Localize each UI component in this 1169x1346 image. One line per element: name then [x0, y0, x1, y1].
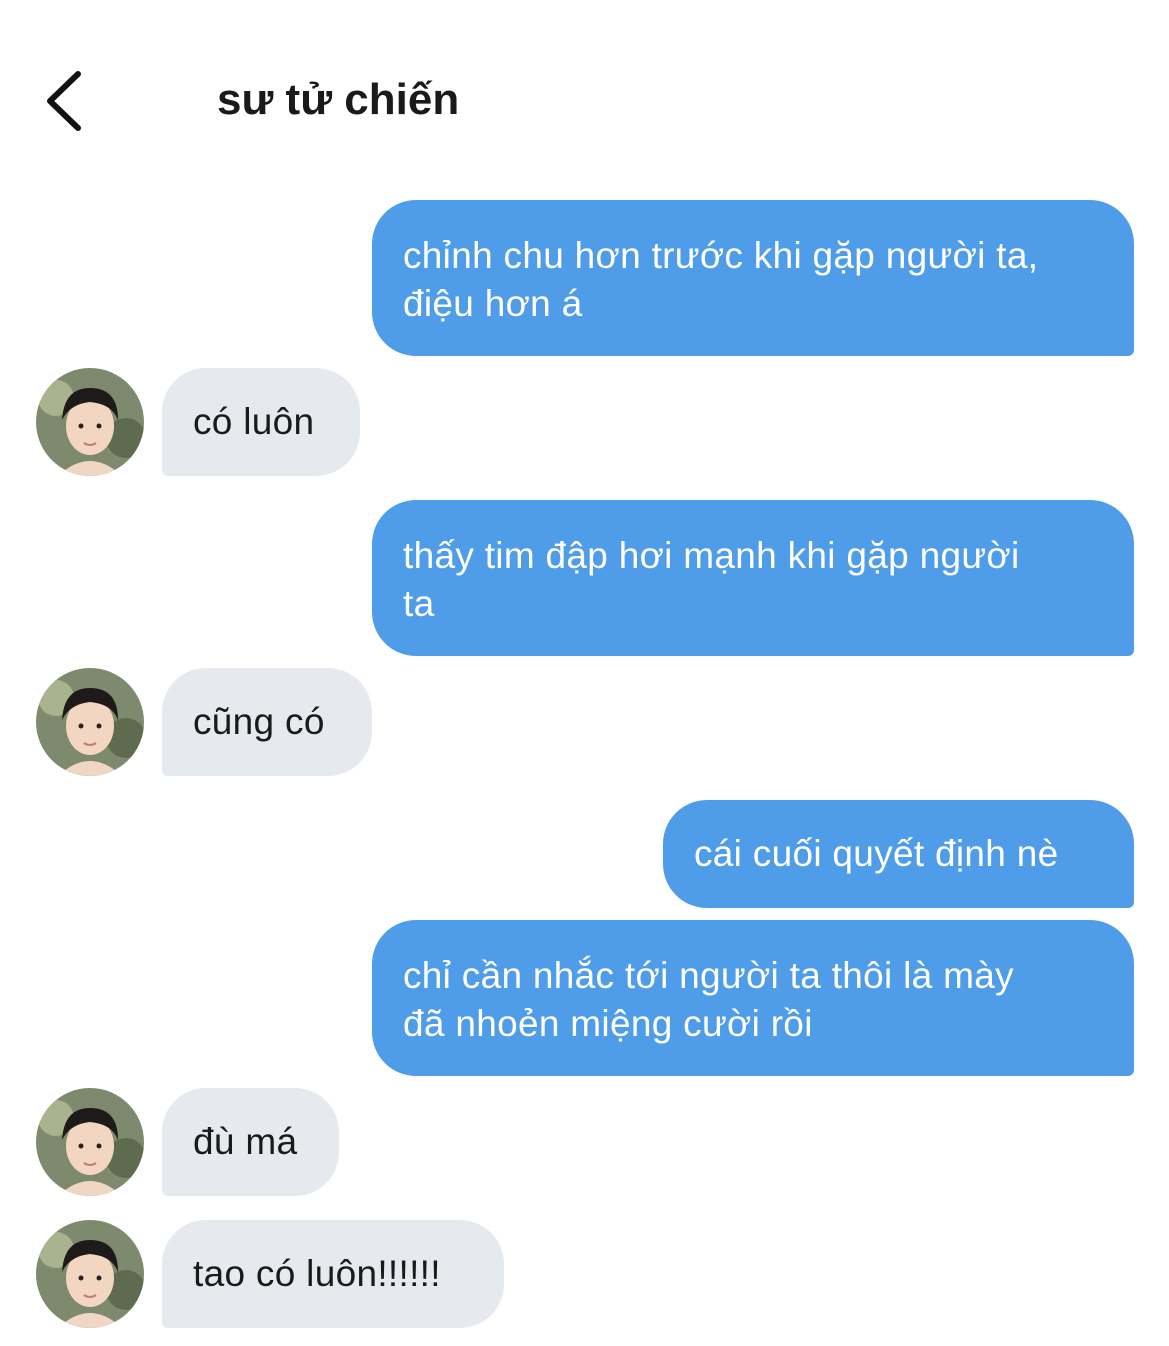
message-line: đã nhoẻn miệng cười rồi [403, 1003, 813, 1044]
message-line: cái cuối quyết định nè [694, 833, 1059, 874]
message-line: tao có luôn!!!!!! [193, 1253, 441, 1294]
message-line: đù má [193, 1121, 298, 1162]
incoming-message[interactable]: tao có luôn!!!!!! [162, 1220, 504, 1328]
incoming-message[interactable]: có luôn [162, 368, 360, 476]
message-line: có luôn [193, 401, 315, 442]
chevron-left-icon [47, 71, 81, 131]
message-line: chỉ cần nhắc tới người ta thôi là mày [403, 955, 1014, 996]
message-line: ta [403, 583, 435, 624]
incoming-message[interactable]: đù má [162, 1088, 339, 1196]
outgoing-message[interactable]: chỉnh chu hơn trước khi gặp người ta, đi… [372, 200, 1134, 356]
chat-title: sư tử chiến [217, 75, 460, 124]
outgoing-message[interactable]: cái cuối quyết định nè [663, 800, 1134, 908]
outgoing-message[interactable]: thấy tim đập hơi mạnh khi gặp người ta [372, 500, 1134, 656]
message-line: chỉnh chu hơn trước khi gặp người ta, [403, 235, 1039, 276]
contact-avatar[interactable] [36, 668, 144, 776]
message-line: điệu hơn á [403, 283, 583, 324]
back-button[interactable] [40, 66, 96, 138]
contact-avatar[interactable] [36, 368, 144, 476]
contact-avatar[interactable] [36, 1220, 144, 1328]
incoming-message[interactable]: cũng có [162, 668, 372, 776]
message-line: cũng có [193, 701, 325, 742]
chat-header: sư tử chiến [0, 0, 1169, 170]
message-line: thấy tim đập hơi mạnh khi gặp người [403, 535, 1020, 576]
contact-avatar[interactable] [36, 1088, 144, 1196]
outgoing-message[interactable]: chỉ cần nhắc tới người ta thôi là mày đã… [372, 920, 1134, 1076]
